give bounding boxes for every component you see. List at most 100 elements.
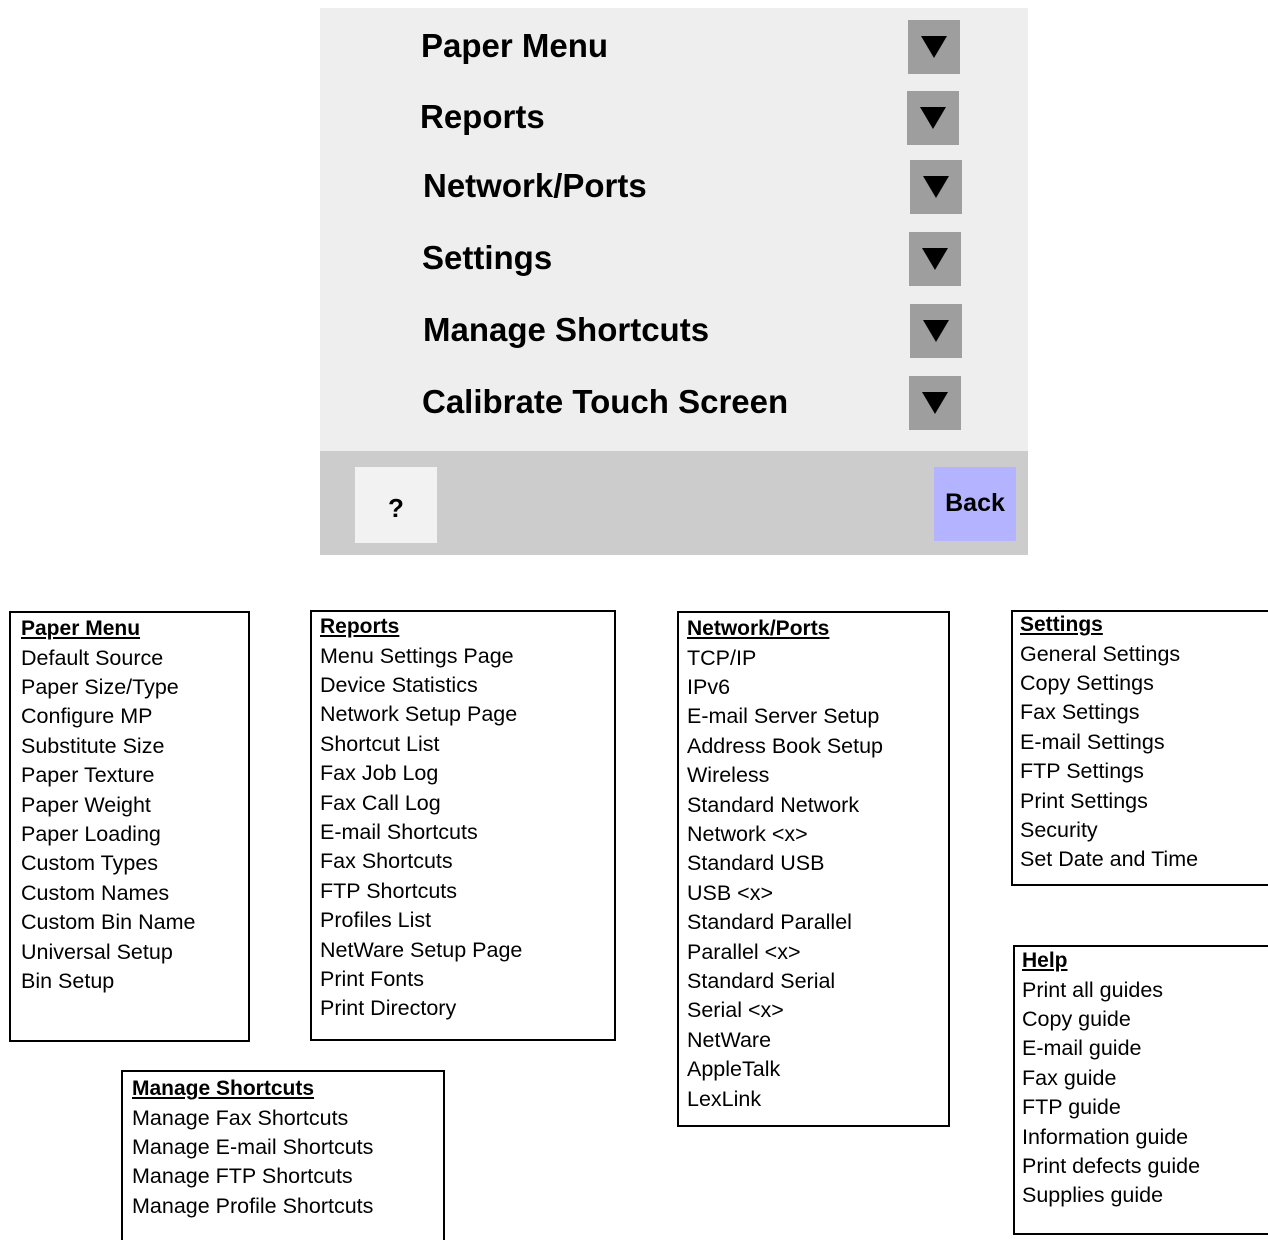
submenu-item: Manage E-mail Shortcuts: [132, 1134, 374, 1159]
menu-label-manage-shortcuts[interactable]: Manage Shortcuts: [423, 302, 709, 358]
submenu-item: Custom Bin Name: [21, 910, 196, 935]
submenu-item: Paper Weight: [21, 792, 151, 817]
submenu-content-settings: Settings General Settings Copy Settings …: [1020, 610, 1198, 875]
menu-row-settings[interactable]: Settings: [320, 230, 1028, 286]
submenu-item: Paper Loading: [21, 821, 161, 846]
submenu-list-settings: General Settings Copy Settings Fax Setti…: [1020, 640, 1198, 875]
menu-row-network-ports[interactable]: Network/Ports: [320, 158, 1028, 214]
submenu-item: Print defects guide: [1022, 1153, 1201, 1178]
submenu-item: Bin Setup: [21, 968, 115, 993]
submenu-item: E-mail Shortcuts: [320, 819, 478, 844]
submenu-title-manage-shortcuts: Manage Shortcuts: [132, 1077, 315, 1100]
submenu-item: Custom Names: [21, 880, 170, 905]
submenu-item: Manage Fax Shortcuts: [132, 1105, 349, 1130]
submenu-item: Menu Settings Page: [320, 643, 514, 668]
submenu-content-help: Help Print all guides Copy guide E-mail …: [1022, 946, 1200, 1211]
submenu-list-help: Print all guides Copy guide E-mail guide…: [1022, 976, 1200, 1211]
submenu-box-help: Help Print all guides Copy guide E-mail …: [1013, 945, 1268, 1235]
back-button[interactable]: Back: [934, 467, 1016, 541]
dropdown-arrow-button-manage-shortcuts[interactable]: [910, 304, 962, 358]
help-button-label: ?: [388, 493, 404, 523]
submenu-item: Shortcut List: [320, 731, 440, 756]
submenu-item: Fax Settings: [1020, 700, 1140, 725]
submenu-title-reports: Reports: [320, 615, 400, 638]
submenu-item: NetWare Setup Page: [320, 937, 523, 962]
menu-label-calibrate-touch-screen[interactable]: Calibrate Touch Screen: [422, 374, 788, 430]
submenu-item: Fax Call Log: [320, 790, 441, 815]
menu-row-reports[interactable]: Reports: [320, 89, 1028, 145]
dropdown-arrow-button-calibrate-touch-screen[interactable]: [909, 376, 961, 430]
submenu-item: Print Fonts: [320, 966, 424, 991]
submenu-content-manage-shortcuts: Manage Shortcuts Manage Fax Shortcuts Ma…: [132, 1074, 373, 1221]
submenu-item: FTP guide: [1022, 1095, 1121, 1120]
menu-label-network-ports[interactable]: Network/Ports: [423, 158, 647, 214]
submenu-item: Set Date and Time: [1020, 847, 1199, 872]
submenu-item: Standard Parallel: [687, 910, 852, 935]
dropdown-arrow-button-reports[interactable]: [907, 91, 959, 145]
submenu-item: Device Statistics: [320, 672, 478, 697]
submenu-item: E-mail Settings: [1020, 729, 1165, 754]
help-button[interactable]: ?: [355, 467, 437, 543]
submenu-item: NetWare: [687, 1027, 772, 1052]
triangle-down-icon: [922, 248, 948, 270]
submenu-item: General Settings: [1020, 641, 1181, 666]
submenu-item: Print Directory: [320, 996, 457, 1021]
submenu-item: Serial <x>: [687, 998, 784, 1023]
submenu-item: Address Book Setup: [687, 733, 884, 758]
submenu-item: Information guide: [1022, 1124, 1189, 1149]
triangle-down-icon: [921, 36, 947, 58]
menu-row-calibrate-touch-screen[interactable]: Calibrate Touch Screen: [320, 374, 1028, 430]
submenu-title-help: Help: [1022, 949, 1068, 972]
submenu-item: E-mail Server Setup: [687, 704, 880, 729]
submenu-item: Parallel <x>: [687, 939, 801, 964]
submenu-item: Fax Shortcuts: [320, 849, 453, 874]
menu-label-reports[interactable]: Reports: [420, 89, 545, 145]
submenu-box-paper-menu: Paper Menu Default Source Paper Size/Typ…: [9, 611, 250, 1042]
triangle-down-icon: [922, 392, 948, 414]
submenu-list-paper-menu: Default Source Paper Size/Type Configure…: [21, 644, 195, 997]
submenu-content-network-ports: Network/Ports TCP/IP IPv6 E-mail Server …: [687, 614, 883, 1114]
submenu-title-settings: Settings: [1020, 613, 1103, 636]
dropdown-arrow-button-paper-menu[interactable]: [908, 20, 960, 74]
submenu-item: Profiles List: [320, 908, 432, 933]
submenu-item: FTP Shortcuts: [320, 878, 458, 903]
submenu-item: FTP Settings: [1020, 759, 1144, 784]
submenu-item: Supplies guide: [1022, 1183, 1164, 1208]
submenu-item: Configure MP: [21, 704, 153, 729]
submenu-box-settings: Settings General Settings Copy Settings …: [1011, 610, 1268, 886]
submenu-item: Paper Size/Type: [21, 674, 179, 699]
menu-label-settings[interactable]: Settings: [422, 230, 552, 286]
menu-label-paper-menu[interactable]: Paper Menu: [421, 18, 608, 74]
submenu-content-paper-menu: Paper Menu Default Source Paper Size/Typ…: [21, 614, 195, 996]
submenu-item: TCP/IP: [687, 645, 757, 670]
submenu-item: Fax guide: [1022, 1065, 1117, 1090]
submenu-item: Fax Job Log: [320, 761, 439, 786]
submenu-item: Manage Profile Shortcuts: [132, 1193, 374, 1218]
submenu-box-manage-shortcuts: Manage Shortcuts Manage Fax Shortcuts Ma…: [121, 1070, 445, 1240]
submenu-item: Security: [1020, 817, 1098, 842]
submenu-title-paper-menu: Paper Menu: [21, 617, 141, 640]
submenu-item: Wireless: [687, 763, 770, 788]
submenu-item: Custom Types: [21, 851, 159, 876]
menu-row-manage-shortcuts[interactable]: Manage Shortcuts: [320, 302, 1028, 358]
submenu-box-reports: Reports Menu Settings Page Device Statis…: [310, 610, 616, 1041]
submenu-item: Print all guides: [1022, 977, 1164, 1002]
submenu-item: Copy Settings: [1020, 670, 1154, 695]
triangle-down-icon: [923, 320, 949, 342]
submenu-content-reports: Reports Menu Settings Page Device Statis…: [320, 612, 522, 1024]
submenu-item: Network <x>: [687, 821, 808, 846]
submenu-item: USB <x>: [687, 880, 774, 905]
submenu-item: Paper Texture: [21, 763, 155, 788]
submenu-item: Default Source: [21, 645, 164, 670]
submenu-list-manage-shortcuts: Manage Fax Shortcuts Manage E-mail Short…: [132, 1104, 373, 1222]
dropdown-arrow-button-settings[interactable]: [909, 232, 961, 286]
submenu-item: Standard Network: [687, 792, 860, 817]
triangle-down-icon: [923, 176, 949, 198]
submenu-item: Manage FTP Shortcuts: [132, 1164, 353, 1189]
submenu-item: E-mail guide: [1022, 1036, 1142, 1061]
menu-row-paper-menu[interactable]: Paper Menu: [320, 18, 1028, 74]
submenu-title-network-ports: Network/Ports: [687, 617, 830, 640]
dropdown-arrow-button-network-ports[interactable]: [910, 160, 962, 214]
bottom-button-bar: ? Back: [320, 451, 1028, 555]
submenu-item: Copy guide: [1022, 1006, 1131, 1031]
